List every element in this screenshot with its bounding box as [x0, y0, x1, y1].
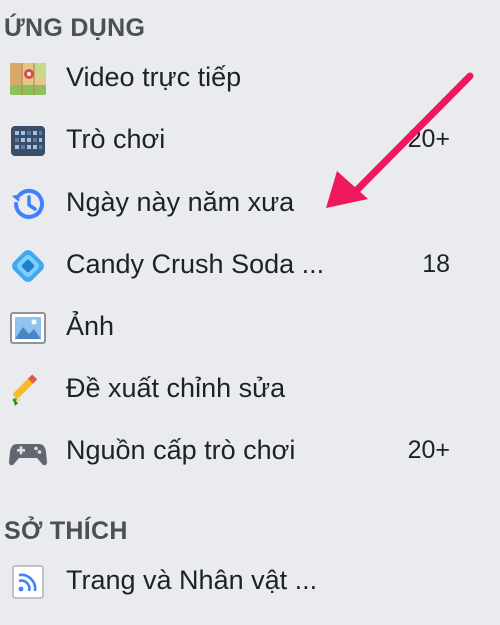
apps-section-header: ỨNG DỤNG — [4, 14, 146, 42]
sidebar-item-label: Video trực tiếp — [66, 62, 242, 92]
pencil-icon — [8, 370, 48, 410]
sidebar-item-photos[interactable]: Ảnh — [0, 301, 470, 353]
sidebar-item-label: Ngày này năm xưa — [66, 187, 295, 217]
memories-clock-icon — [8, 184, 48, 224]
live-video-map-icon — [8, 59, 48, 99]
sidebar-item-label: Candy Crush Soda ... — [66, 249, 325, 279]
sidebar-item-label: Trò chơi — [66, 124, 166, 154]
sidebar-item-label: Trang và Nhân vật ... — [66, 565, 318, 595]
item-count-badge: 18 — [422, 250, 450, 278]
item-count-badge: 20+ — [407, 125, 450, 153]
sidebar-item-suggest-edits[interactable]: Đề xuất chỉnh sửa — [0, 363, 470, 415]
sidebar-item-candy-crush[interactable]: Candy Crush Soda ... 18 — [0, 239, 470, 291]
photo-icon — [8, 308, 48, 348]
rss-feed-icon — [8, 562, 48, 602]
candy-crush-icon — [8, 246, 48, 286]
sidebar-item-memories[interactable]: Ngày này năm xưa — [0, 177, 470, 229]
sidebar-item-pages-and-people[interactable]: Trang và Nhân vật ... — [0, 555, 470, 607]
sidebar-item-label: Nguồn cấp trò chơi — [66, 435, 296, 465]
sidebar-item-games[interactable]: Trò chơi 20+ — [0, 114, 470, 166]
sidebar-item-label: Ảnh — [66, 311, 115, 341]
sidebar-item-label: Đề xuất chỉnh sửa — [66, 373, 286, 403]
sidebar-item-game-feed[interactable]: Nguồn cấp trò chơi 20+ — [0, 425, 470, 477]
games-grid-icon — [8, 121, 48, 161]
sidebar-item-live-video[interactable]: Video trực tiếp — [0, 52, 470, 104]
interests-section-header: SỞ THÍCH — [4, 517, 128, 545]
gamepad-icon — [8, 432, 48, 472]
item-count-badge: 20+ — [407, 436, 450, 464]
